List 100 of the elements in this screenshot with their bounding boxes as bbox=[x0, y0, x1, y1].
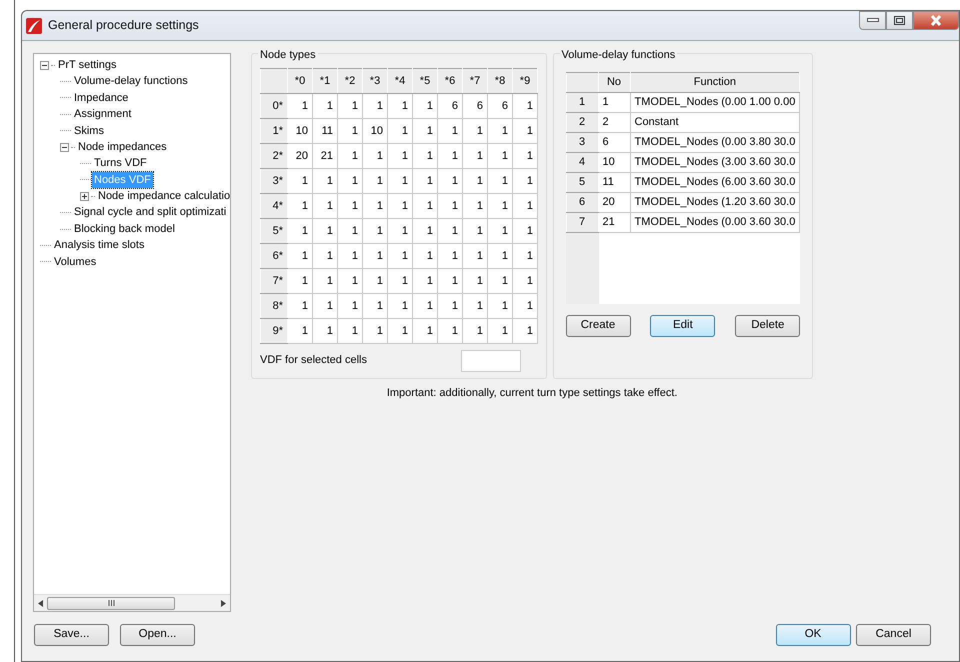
table-cell[interactable]: 1 bbox=[388, 318, 412, 344]
table-cell[interactable]: 1 bbox=[312, 318, 338, 344]
table-cell[interactable]: 1 bbox=[288, 318, 312, 344]
table-cell[interactable]: 1 bbox=[412, 218, 438, 244]
column-header[interactable]: *4 bbox=[388, 68, 412, 94]
table-cell[interactable]: 2 bbox=[598, 112, 630, 132]
table-cell[interactable]: 1 bbox=[438, 144, 462, 168]
column-header[interactable]: *6 bbox=[438, 68, 462, 94]
table-cell[interactable]: 6 bbox=[488, 94, 512, 118]
table-cell[interactable]: 1 bbox=[488, 294, 512, 318]
table-cell[interactable]: 1 bbox=[462, 144, 488, 168]
table-cell[interactable]: 21 bbox=[598, 212, 630, 232]
row-header[interactable]: 6* bbox=[260, 244, 288, 268]
row-header[interactable]: 7 bbox=[566, 212, 598, 232]
table-cell[interactable]: 10 bbox=[288, 118, 312, 144]
table-cell[interactable]: 1 bbox=[462, 294, 488, 318]
expander-minus-icon[interactable] bbox=[60, 142, 69, 152]
table-cell[interactable]: 1 bbox=[438, 244, 462, 268]
table-cell[interactable]: 1 bbox=[412, 318, 438, 344]
column-header[interactable]: *2 bbox=[338, 68, 362, 94]
dialog-button[interactable]: Create bbox=[566, 315, 630, 337]
table-cell[interactable]: 1 bbox=[338, 168, 362, 194]
column-header[interactable]: No bbox=[598, 72, 630, 92]
table-cell[interactable]: 1 bbox=[388, 118, 412, 144]
table-cell[interactable]: TMODEL_Nodes (0.00 1.00 0.00 bbox=[630, 92, 800, 112]
close-button[interactable] bbox=[913, 11, 959, 30]
table-cell[interactable]: 1 bbox=[288, 268, 312, 294]
tree-item[interactable]: Impedance bbox=[72, 90, 130, 106]
table-cell[interactable]: 1 bbox=[338, 94, 362, 118]
row-header[interactable]: 3 bbox=[566, 132, 598, 152]
table-cell[interactable]: TMODEL_Nodes (1.20 3.60 30.0 bbox=[630, 192, 800, 212]
table-cell[interactable]: 1 bbox=[362, 318, 388, 344]
column-header[interactable]: *7 bbox=[462, 68, 488, 94]
table-cell[interactable]: 1 bbox=[388, 194, 412, 218]
table-cell[interactable]: 1 bbox=[338, 144, 362, 168]
tree-item[interactable]: Turns VDF bbox=[92, 155, 149, 172]
dialog-button[interactable]: Cancel bbox=[856, 624, 931, 646]
scroll-right-icon[interactable] bbox=[221, 600, 226, 606]
table-cell[interactable]: 1 bbox=[362, 294, 388, 318]
table-cell[interactable]: 1 bbox=[362, 218, 388, 244]
table-cell[interactable]: 1 bbox=[362, 268, 388, 294]
table-cell[interactable]: TMODEL_Nodes (3.00 3.60 30.0 bbox=[630, 152, 800, 172]
table-cell[interactable]: 10 bbox=[362, 118, 388, 144]
table-cell[interactable]: 20 bbox=[288, 144, 312, 168]
tree-item[interactable]: PrT settings bbox=[56, 56, 118, 74]
table-cell[interactable]: 1 bbox=[412, 118, 438, 144]
table-cell[interactable]: 1 bbox=[462, 218, 488, 244]
dialog-button[interactable]: Open... bbox=[120, 624, 195, 646]
table-cell[interactable]: 1 bbox=[512, 218, 538, 244]
row-header[interactable]: 4 bbox=[566, 152, 598, 172]
table-cell[interactable]: 1 bbox=[312, 94, 338, 118]
table-cell[interactable]: 1 bbox=[462, 118, 488, 144]
table-cell[interactable]: 10 bbox=[598, 152, 630, 172]
row-header[interactable]: 7* bbox=[260, 268, 288, 294]
tree-item[interactable]: Analysis time slots bbox=[52, 237, 146, 254]
table-cell[interactable]: 1 bbox=[388, 268, 412, 294]
tree-item[interactable]: Volume-delay functions bbox=[72, 73, 190, 90]
tree-item[interactable]: Skims bbox=[72, 122, 106, 140]
table-cell[interactable]: 1 bbox=[288, 294, 312, 318]
table-cell[interactable]: 1 bbox=[412, 144, 438, 168]
table-cell[interactable]: TMODEL_Nodes (6.00 3.60 30.0 bbox=[630, 172, 800, 192]
table-cell[interactable]: 1 bbox=[412, 194, 438, 218]
table-cell[interactable]: 1 bbox=[312, 244, 338, 268]
table-cell[interactable]: 1 bbox=[388, 94, 412, 118]
table-cell[interactable]: 1 bbox=[512, 194, 538, 218]
row-header[interactable]: 8* bbox=[260, 294, 288, 318]
table-cell[interactable]: 1 bbox=[338, 218, 362, 244]
table-cell[interactable]: 1 bbox=[288, 168, 312, 194]
table-cell[interactable]: 1 bbox=[362, 244, 388, 268]
row-header[interactable]: 3* bbox=[260, 168, 288, 194]
row-header[interactable]: 2 bbox=[566, 112, 598, 132]
table-cell[interactable]: 1 bbox=[312, 218, 338, 244]
table-cell[interactable]: 1 bbox=[488, 144, 512, 168]
minimize-button[interactable] bbox=[859, 11, 886, 30]
table-cell[interactable]: 1 bbox=[338, 118, 362, 144]
dialog-button[interactable]: OK bbox=[776, 624, 850, 646]
vdf-input-field[interactable] bbox=[461, 350, 521, 372]
table-cell[interactable]: 1 bbox=[388, 144, 412, 168]
table-cell[interactable]: 1 bbox=[512, 168, 538, 194]
tree-item[interactable]: Node impedances bbox=[76, 138, 169, 156]
table-cell[interactable]: 1 bbox=[388, 294, 412, 318]
table-cell[interactable]: 1 bbox=[288, 194, 312, 218]
table-cell[interactable]: 1 bbox=[462, 244, 488, 268]
column-header[interactable]: *5 bbox=[412, 68, 438, 94]
tree-item[interactable]: Node impedance calculatio bbox=[96, 188, 230, 205]
table-cell[interactable]: 1 bbox=[488, 194, 512, 218]
table-cell[interactable]: 1 bbox=[488, 244, 512, 268]
row-header[interactable]: 9* bbox=[260, 318, 288, 344]
table-cell[interactable]: 11 bbox=[598, 172, 630, 192]
table-cell[interactable]: 1 bbox=[488, 318, 512, 344]
table-cell[interactable]: 1 bbox=[412, 168, 438, 194]
table-cell[interactable]: 1 bbox=[362, 94, 388, 118]
table-cell[interactable]: 1 bbox=[338, 194, 362, 218]
row-header[interactable]: 1 bbox=[566, 92, 598, 112]
table-cell[interactable]: 1 bbox=[388, 244, 412, 268]
table-cell[interactable]: 1 bbox=[412, 294, 438, 318]
table-cell[interactable]: 1 bbox=[438, 118, 462, 144]
table-cell[interactable]: 1 bbox=[338, 268, 362, 294]
row-header[interactable]: 6 bbox=[566, 192, 598, 212]
table-cell[interactable]: 1 bbox=[362, 168, 388, 194]
